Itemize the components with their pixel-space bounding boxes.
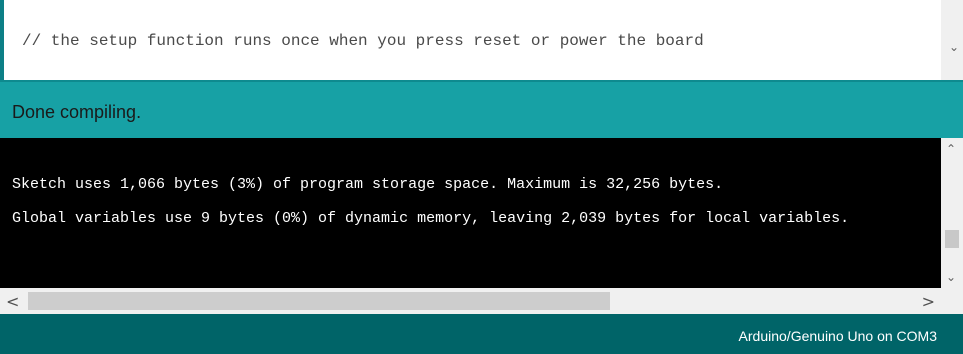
- scrollbar-thumb[interactable]: [945, 230, 959, 248]
- console-vertical-scrollbar[interactable]: ⌃ ⌄: [941, 138, 963, 288]
- footer-bar: Arduino/Genuino Uno on COM3: [0, 314, 963, 354]
- console-output[interactable]: Sketch uses 1,066 bytes (3%) of program …: [0, 138, 941, 288]
- status-message: Done compiling.: [12, 102, 142, 122]
- scrollbar-thumb[interactable]: [28, 292, 610, 310]
- code-editor[interactable]: // the setup function runs once when you…: [0, 0, 963, 80]
- code-line-comment[interactable]: // the setup function runs once when you…: [22, 32, 704, 50]
- chevron-left-icon[interactable]: <: [6, 292, 19, 311]
- console-horizontal-scrollbar[interactable]: < >: [0, 288, 963, 314]
- chevron-right-icon[interactable]: >: [922, 292, 935, 311]
- chevron-up-icon[interactable]: ⌃: [946, 142, 956, 156]
- status-bar: Done compiling.: [0, 80, 963, 138]
- chevron-down-icon[interactable]: ⌄: [949, 40, 959, 54]
- chevron-down-icon[interactable]: ⌄: [946, 270, 956, 284]
- board-port-label: Arduino/Genuino Uno on COM3: [738, 328, 937, 344]
- console-line: Global variables use 9 bytes (0%) of dyn…: [12, 210, 850, 227]
- console-line: Sketch uses 1,066 bytes (3%) of program …: [12, 176, 724, 193]
- editor-scrollbar[interactable]: ⌄: [941, 0, 963, 80]
